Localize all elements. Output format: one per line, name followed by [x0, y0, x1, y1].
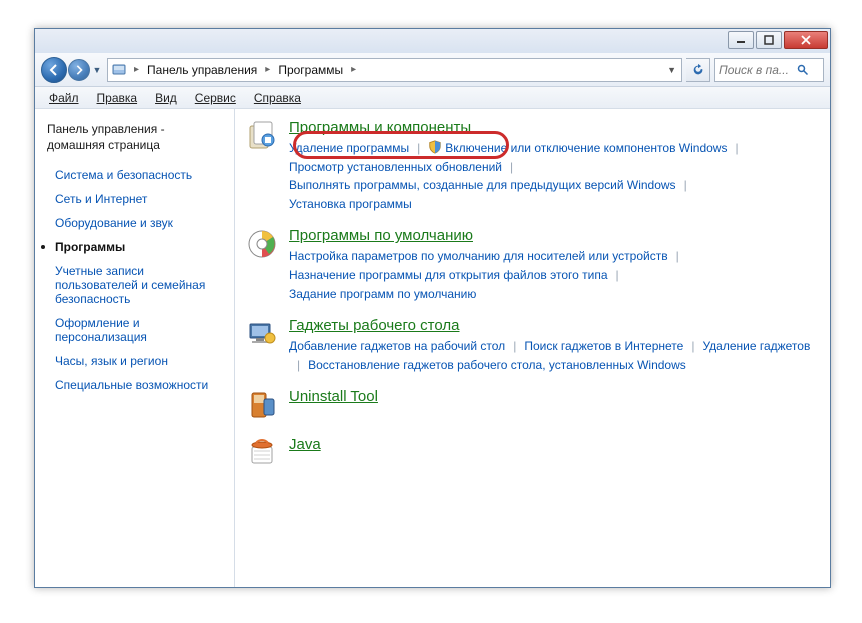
category-links: Удаление программы|Включение или отключе… [289, 139, 814, 213]
task-link[interactable]: Восстановление гаджетов рабочего стола, … [308, 356, 686, 375]
category-links: Добавление гаджетов на рабочий стол|Поис… [289, 337, 814, 374]
sidebar-link[interactable]: Сеть и Интернет [55, 192, 147, 206]
task-link[interactable]: Добавление гаджетов на рабочий стол [289, 337, 505, 356]
category: Программы по умолчанию Настройка параметр… [245, 227, 814, 303]
control-panel-icon [110, 62, 128, 78]
sidebar-home[interactable]: Панель управления - домашняя страница [47, 121, 222, 153]
sidebar-item[interactable]: Программы [47, 235, 222, 259]
nav-buttons: ▼ [41, 57, 103, 83]
category-icon [245, 388, 279, 422]
minimize-button[interactable] [728, 31, 754, 49]
sidebar-link[interactable]: Оборудование и звук [55, 216, 173, 230]
category-links: Настройка параметров по умолчанию для но… [289, 247, 814, 303]
task-link[interactable]: Поиск гаджетов в Интернете [524, 337, 683, 356]
category-title[interactable]: Java [289, 436, 321, 453]
titlebar [35, 29, 830, 53]
category: Гаджеты рабочего стола Добавление гаджето… [245, 317, 814, 374]
sidebar-link[interactable]: Система и безопасность [55, 168, 192, 182]
menu-file[interactable]: Файл [41, 89, 87, 107]
menubar: Файл Правка Вид Сервис Справка [35, 87, 830, 109]
close-button[interactable] [784, 31, 828, 49]
category-icon [245, 436, 279, 470]
navbar: ▼ ▸ Панель управления ▸ Программы ▸ ▼ [35, 53, 830, 87]
task-link[interactable]: Выполнять программы, созданные для преды… [289, 176, 676, 195]
sidebar-item[interactable]: Учетные записи пользователей и семейная … [47, 259, 222, 311]
menu-edit[interactable]: Правка [89, 89, 146, 107]
divider: | [289, 356, 308, 375]
chevron-right-icon: ▸ [132, 64, 141, 75]
address-bar[interactable]: ▸ Панель управления ▸ Программы ▸ ▼ [107, 58, 682, 82]
divider: | [409, 139, 428, 158]
task-link[interactable]: Удаление гаджетов [702, 337, 810, 356]
task-link[interactable]: Задание программ по умолчанию [289, 285, 476, 304]
divider: | [683, 337, 702, 356]
task-link[interactable]: Назначение программы для открытия файлов… [289, 266, 608, 285]
category-icon [245, 119, 279, 153]
category-icon [245, 317, 279, 351]
sidebar-link[interactable]: Специальные возможности [55, 378, 208, 392]
category-icon [245, 227, 279, 261]
divider: | [608, 266, 627, 285]
content: Программы и компоненты Удаление программы… [235, 109, 830, 587]
category-title[interactable]: Uninstall Tool [289, 388, 378, 405]
category-title[interactable]: Гаджеты рабочего стола [289, 317, 459, 334]
sidebar-item[interactable]: Специальные возможности [47, 373, 222, 397]
category: Uninstall Tool [245, 388, 814, 422]
address-dropdown[interactable]: ▼ [664, 65, 679, 75]
sidebar-item[interactable]: Оформление и персонализация [47, 311, 222, 349]
sidebar-item[interactable]: Оборудование и звук [47, 211, 222, 235]
task-link[interactable]: Настройка параметров по умолчанию для но… [289, 247, 668, 266]
task-link[interactable]: Установка программы [289, 195, 412, 214]
divider: | [676, 176, 695, 195]
sidebar-list: Система и безопасность Сеть и Интернет Обо… [47, 163, 222, 397]
search-icon [797, 64, 809, 76]
task-link[interactable]: Удаление программы [289, 139, 409, 158]
search-input[interactable] [719, 63, 793, 77]
divider: | [502, 158, 521, 177]
chevron-right-icon: ▸ [349, 64, 358, 75]
sidebar-item[interactable]: Система и безопасность [47, 163, 222, 187]
back-button[interactable] [41, 57, 67, 83]
menu-help[interactable]: Справка [246, 89, 309, 107]
nav-history-dropdown[interactable]: ▼ [91, 65, 103, 75]
sidebar-item[interactable]: Часы, язык и регион [47, 349, 222, 373]
chevron-right-icon: ▸ [263, 64, 272, 75]
sidebar-link[interactable]: Учетные записи пользователей и семейная … [55, 264, 205, 306]
breadcrumb-current[interactable]: Программы [276, 61, 345, 79]
forward-button[interactable] [68, 59, 90, 81]
task-link[interactable]: Включение или отключение компонентов Win… [428, 139, 727, 158]
category-title[interactable]: Программы по умолчанию [289, 227, 473, 244]
sidebar-link[interactable]: Часы, язык и регион [55, 354, 168, 368]
task-link[interactable]: Просмотр установленных обновлений [289, 158, 502, 177]
category: Java [245, 436, 814, 470]
divider: | [668, 247, 687, 266]
menu-tools[interactable]: Сервис [187, 89, 244, 107]
sidebar-link[interactable]: Оформление и персонализация [55, 316, 147, 344]
breadcrumb-root[interactable]: Панель управления [145, 61, 259, 79]
maximize-button[interactable] [756, 31, 782, 49]
category: Программы и компоненты Удаление программы… [245, 119, 814, 213]
divider: | [505, 337, 524, 356]
sidebar-item[interactable]: Сеть и Интернет [47, 187, 222, 211]
divider: | [727, 139, 746, 158]
refresh-button[interactable] [686, 58, 710, 82]
menu-view[interactable]: Вид [147, 89, 185, 107]
window: ▼ ▸ Панель управления ▸ Программы ▸ ▼ Фа… [34, 28, 831, 588]
category-title[interactable]: Программы и компоненты [289, 119, 471, 136]
sidebar: Панель управления - домашняя страница Си… [35, 109, 235, 587]
search-box[interactable] [714, 58, 824, 82]
